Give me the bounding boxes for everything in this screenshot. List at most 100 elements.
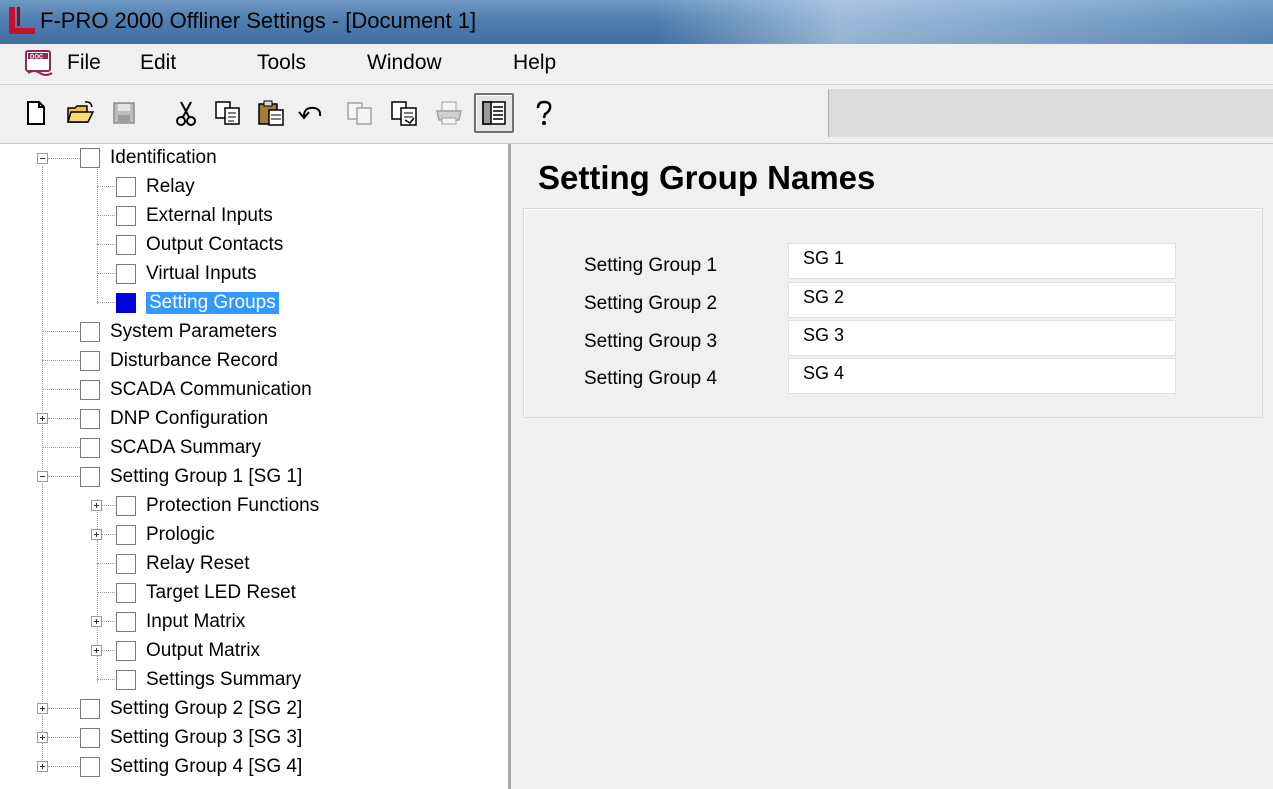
tree-item-setting-groups[interactable]: Setting Groups [116, 289, 279, 317]
tree-item-relay[interactable]: Relay [116, 173, 195, 201]
expand-prologic-icon[interactable] [91, 529, 102, 540]
title-bar: F-PRO 2000 Offliner Settings - [Document… [0, 0, 1273, 44]
setting-group-1-field[interactable] [788, 243, 1176, 279]
tree-item-label: Virtual Inputs [146, 263, 257, 284]
checkbox[interactable] [116, 670, 136, 690]
menu-help-label: Help [513, 51, 557, 74]
tree-item-setting-group-4[interactable]: Setting Group 4 [SG 4] [80, 753, 302, 781]
tree-item-setting-group-1[interactable]: Setting Group 1 [SG 1] [80, 463, 302, 491]
checkbox[interactable] [80, 757, 100, 777]
setting-group-2-field[interactable] [788, 282, 1176, 318]
tree-item-label: Setting Group 4 [SG 4] [110, 756, 303, 777]
checkbox[interactable] [80, 322, 100, 342]
tree-item-prologic[interactable]: Prologic [116, 521, 215, 549]
copy-icon[interactable] [210, 95, 246, 131]
tree-item-label: Setting Group 2 [SG 2] [110, 698, 303, 719]
expand-sg4-icon[interactable] [37, 761, 48, 772]
menu-tools-label: Tools [257, 51, 307, 74]
tree-item-setting-group-3[interactable]: Setting Group 3 [SG 3] [80, 724, 302, 752]
tree-item-dnp-configuration[interactable]: DNP Configuration [80, 405, 268, 433]
tree-item-label: Input Matrix [146, 611, 246, 632]
checkbox[interactable] [116, 235, 136, 255]
menu-window[interactable]: Window [367, 51, 442, 75]
setting-group-3-label: Setting Group 3 [584, 331, 718, 352]
print-icon[interactable] [431, 95, 467, 131]
checkbox[interactable] [80, 351, 100, 371]
cut-icon[interactable] [168, 95, 204, 131]
expand-sg3-icon[interactable] [37, 732, 48, 743]
checkbox[interactable] [116, 525, 136, 545]
checkbox[interactable] [116, 554, 136, 574]
tree-item-label: Relay Reset [146, 553, 250, 574]
expand-output-matrix-icon[interactable] [91, 645, 102, 656]
checkbox[interactable] [116, 583, 136, 603]
collapse-sg1-icon[interactable] [37, 471, 48, 482]
tree-item-input-matrix[interactable]: Input Matrix [116, 608, 245, 636]
app-logo-icon [9, 7, 35, 34]
copy-disabled-icon[interactable] [342, 95, 378, 131]
checkbox[interactable] [116, 641, 136, 661]
setting-group-2-label: Setting Group 2 [584, 293, 718, 314]
tree-item-label: Output Matrix [146, 640, 261, 661]
tree-item-external-inputs[interactable]: External Inputs [116, 202, 273, 230]
tree-item-label: SCADA Summary [110, 437, 261, 458]
paste-icon[interactable] [253, 95, 289, 131]
checkbox[interactable] [80, 699, 100, 719]
tree-item-label: Relay [146, 176, 195, 197]
checkbox[interactable] [80, 380, 100, 400]
tree-item-disturbance-record[interactable]: Disturbance Record [80, 347, 278, 375]
expand-protection-icon[interactable] [91, 500, 102, 511]
tree-item-output-matrix[interactable]: Output Matrix [116, 637, 260, 665]
menu-file[interactable]: File [67, 51, 101, 75]
new-file-icon[interactable] [18, 95, 54, 131]
tree-item-scada-communication[interactable]: SCADA Communication [80, 376, 312, 404]
checkbox[interactable] [80, 467, 100, 487]
tree-item-label: Setting Groups [146, 292, 279, 314]
collapse-identification-icon[interactable] [37, 153, 48, 164]
tree-item-setting-group-2[interactable]: Setting Group 2 [SG 2] [80, 695, 302, 723]
checkbox[interactable] [80, 409, 100, 429]
menu-bar: DOC File Edit Tools Window Help [0, 44, 1273, 85]
setting-group-3-field[interactable] [788, 320, 1176, 356]
checkbox[interactable] [80, 728, 100, 748]
menu-file-label: File [67, 51, 101, 74]
compare-icon[interactable] [386, 95, 422, 131]
expand-input-matrix-icon[interactable] [91, 616, 102, 627]
tree-item-identification[interactable]: Identification [80, 144, 217, 172]
menu-tools[interactable]: Tools [257, 51, 306, 75]
undo-icon[interactable] [293, 95, 329, 131]
open-folder-icon[interactable] [62, 95, 98, 131]
checkbox[interactable] [116, 612, 136, 632]
checkbox[interactable] [116, 293, 136, 313]
tree-item-scada-summary[interactable]: SCADA Summary [80, 434, 261, 462]
checkbox[interactable] [80, 438, 100, 458]
tree-item-label: Output Contacts [146, 234, 284, 255]
menu-edit[interactable]: Edit [140, 51, 176, 75]
menu-help[interactable]: Help [513, 51, 556, 75]
tree-item-settings-summary[interactable]: Settings Summary [116, 666, 301, 694]
tree-item-label: SCADA Communication [110, 379, 312, 400]
expand-dnp-icon[interactable] [37, 413, 48, 424]
expand-sg2-icon[interactable] [37, 703, 48, 714]
setting-group-4-field[interactable] [788, 358, 1176, 394]
tree-item-label: Disturbance Record [110, 350, 278, 371]
checkbox[interactable] [116, 496, 136, 516]
checkbox[interactable] [116, 264, 136, 284]
tree-item-protection-functions[interactable]: Protection Functions [116, 492, 319, 520]
tree-item-virtual-inputs[interactable]: Virtual Inputs [116, 260, 257, 288]
save-icon[interactable] [106, 95, 142, 131]
tree-item-label: System Parameters [110, 321, 277, 342]
tree-item-system-parameters[interactable]: System Parameters [80, 318, 277, 346]
settings-tree: Identification Relay External Inputs Out… [0, 144, 511, 789]
checkbox[interactable] [80, 148, 100, 168]
doc-icon[interactable]: DOC [24, 49, 54, 77]
tree-item-target-led-reset[interactable]: Target LED Reset [116, 579, 296, 607]
checkbox[interactable] [116, 206, 136, 226]
checkbox[interactable] [116, 177, 136, 197]
tree-item-output-contacts[interactable]: Output Contacts [116, 231, 283, 259]
toolbar [0, 85, 1273, 144]
tree-item-relay-reset[interactable]: Relay Reset [116, 550, 250, 578]
view-panel-icon[interactable] [474, 93, 514, 133]
tree-item-label: Settings Summary [146, 669, 302, 690]
help-icon[interactable] [526, 95, 562, 131]
